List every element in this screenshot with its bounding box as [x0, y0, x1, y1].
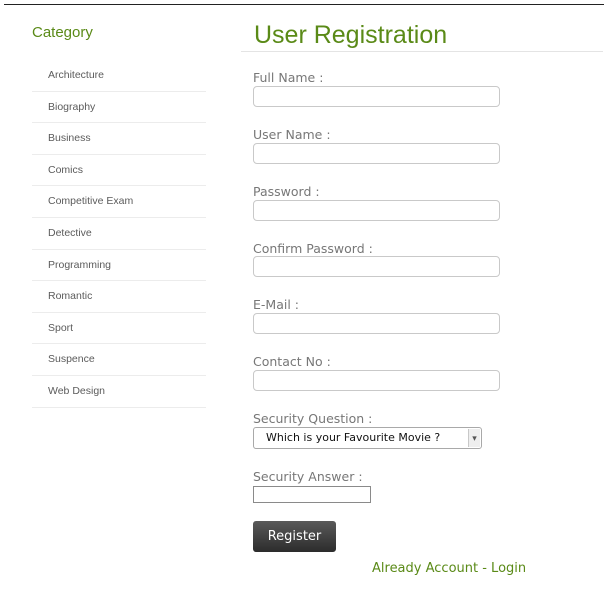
sidebar-item-biography[interactable]: Biography — [32, 92, 206, 124]
sidebar-item-competitive-exam[interactable]: Competitive Exam — [32, 186, 206, 218]
user-name-label: User Name : — [253, 127, 331, 142]
sidebar-item-programming[interactable]: Programming — [32, 250, 206, 282]
contact-label: Contact No : — [253, 354, 331, 369]
chevron-down-icon[interactable]: ▾ — [468, 429, 480, 447]
sidebar-item-suspence[interactable]: Suspence — [32, 344, 206, 376]
register-button[interactable]: Register — [253, 521, 336, 552]
registration-panel: User Registration Full Name : User Name … — [241, 0, 603, 594]
password-field[interactable] — [253, 200, 500, 221]
page-title: User Registration — [254, 21, 448, 49]
login-link[interactable]: Already Account - Login — [372, 561, 526, 577]
sidebar-item-detective[interactable]: Detective — [32, 218, 206, 250]
sidebar-item-web-design[interactable]: Web Design — [32, 376, 206, 408]
security-question-label: Security Question : — [253, 411, 373, 426]
category-sidebar: Category Architecture Biography Business… — [32, 22, 206, 408]
security-question-value: Which is your Favourite Movie ? — [266, 431, 441, 444]
confirm-password-label: Confirm Password : — [253, 241, 373, 256]
sidebar-title: Category — [32, 24, 93, 41]
sidebar-item-business[interactable]: Business — [32, 123, 206, 155]
security-question-select[interactable]: Which is your Favourite Movie ? ▾ — [253, 427, 482, 449]
security-answer-label: Security Answer : — [253, 469, 363, 484]
email-label: E-Mail : — [253, 297, 299, 312]
sidebar-item-comics[interactable]: Comics — [32, 155, 206, 187]
password-label: Password : — [253, 184, 320, 199]
confirm-password-field[interactable] — [253, 256, 500, 277]
sidebar-item-architecture[interactable]: Architecture — [32, 60, 206, 92]
security-answer-field[interactable] — [253, 486, 371, 503]
title-divider — [241, 51, 603, 52]
email-field[interactable] — [253, 313, 500, 334]
sidebar-item-sport[interactable]: Sport — [32, 313, 206, 345]
category-list: Architecture Biography Business Comics C… — [32, 60, 206, 408]
full-name-field[interactable] — [253, 86, 500, 107]
contact-field[interactable] — [253, 370, 500, 391]
user-name-field[interactable] — [253, 143, 500, 164]
full-name-label: Full Name : — [253, 70, 324, 85]
sidebar-item-romantic[interactable]: Romantic — [32, 281, 206, 313]
